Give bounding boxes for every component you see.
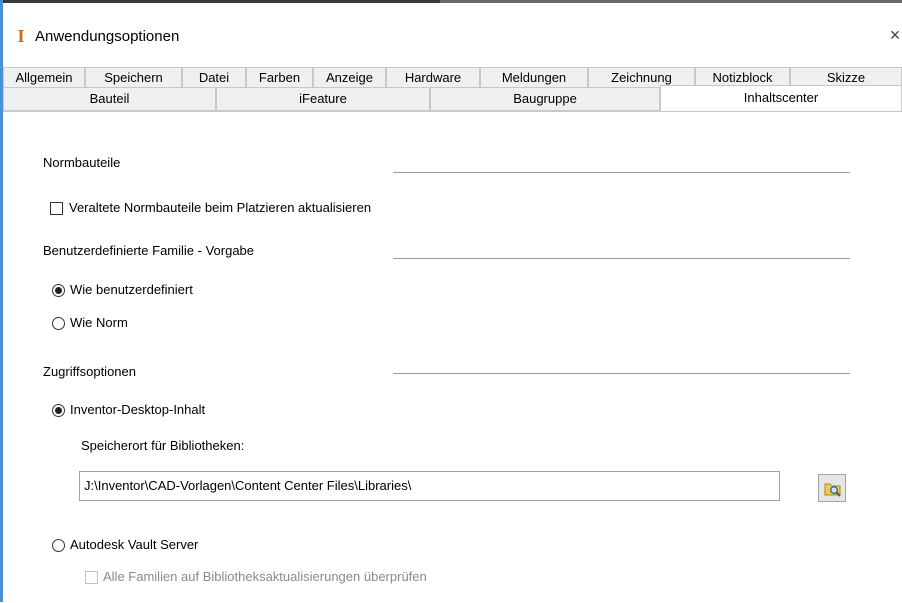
radio-wie-norm[interactable] (52, 317, 65, 330)
folder-search-icon (824, 480, 842, 498)
section-divider (393, 258, 850, 259)
tab-bauteil[interactable]: Bauteil (3, 87, 216, 111)
update-obsolete-label[interactable]: Veraltete Normbauteile beim Platzieren a… (69, 200, 371, 215)
tab-ifeature[interactable]: iFeature (216, 87, 430, 111)
radio-vault-server[interactable] (52, 539, 65, 552)
tab-hardware[interactable]: Hardware (386, 67, 480, 87)
tab-zeichnung[interactable]: Zeichnung (588, 67, 695, 87)
radio-wie-norm-label[interactable]: Wie Norm (70, 315, 128, 330)
browse-library-button[interactable] (818, 474, 846, 502)
section-title-zugriff: Zugriffsoptionen (43, 364, 136, 379)
tab-row-bottom: Bauteil iFeature Baugruppe Inhaltscenter (3, 85, 902, 113)
check-updates-checkbox (85, 571, 98, 584)
radio-desktop-content-label[interactable]: Inventor-Desktop-Inhalt (70, 402, 205, 417)
radio-vault-server-label[interactable]: Autodesk Vault Server (70, 537, 198, 552)
tab-datei[interactable]: Datei (182, 67, 246, 87)
radio-wie-benutzerdefiniert[interactable] (52, 284, 65, 297)
inventor-app-icon: I (17, 26, 25, 46)
tab-farben[interactable]: Farben (246, 67, 313, 87)
tab-notizblock[interactable]: Notizblock (695, 67, 790, 87)
section-title-normbauteile: Normbauteile (43, 155, 121, 170)
tab-allgemein[interactable]: Allgemein (3, 67, 85, 87)
radio-desktop-content[interactable] (52, 404, 65, 417)
tab-inhaltscenter[interactable]: Inhaltscenter (660, 85, 902, 113)
radio-wie-benutzerdefiniert-label[interactable]: Wie benutzerdefiniert (70, 282, 193, 297)
section-divider (393, 373, 850, 374)
tab-baugruppe[interactable]: Baugruppe (430, 87, 660, 111)
update-obsolete-checkbox[interactable] (50, 202, 63, 215)
close-icon[interactable]: × (887, 25, 902, 45)
tab-row-top: Allgemein Speichern Datei Farben Anzeige… (3, 67, 902, 87)
title-bar: I Anwendungsoptionen × (3, 3, 902, 63)
tab-anzeige[interactable]: Anzeige (313, 67, 386, 87)
section-divider (393, 172, 850, 173)
tab-speichern[interactable]: Speichern (85, 67, 182, 87)
tab-skizze[interactable]: Skizze (790, 67, 902, 87)
library-path-field[interactable]: J:\Inventor\CAD-Vorlagen\Content Center … (79, 471, 780, 501)
check-updates-label: Alle Familien auf Bibliotheksaktualisier… (103, 569, 427, 584)
tab-meldungen[interactable]: Meldungen (480, 67, 588, 87)
window-title: Anwendungsoptionen (35, 28, 180, 45)
inhaltscenter-panel: Normbauteile Veraltete Normbauteile beim… (3, 111, 902, 603)
library-location-label: Speicherort für Bibliotheken: (81, 438, 245, 453)
section-title-familie: Benutzerdefinierte Familie - Vorgabe (43, 243, 255, 258)
